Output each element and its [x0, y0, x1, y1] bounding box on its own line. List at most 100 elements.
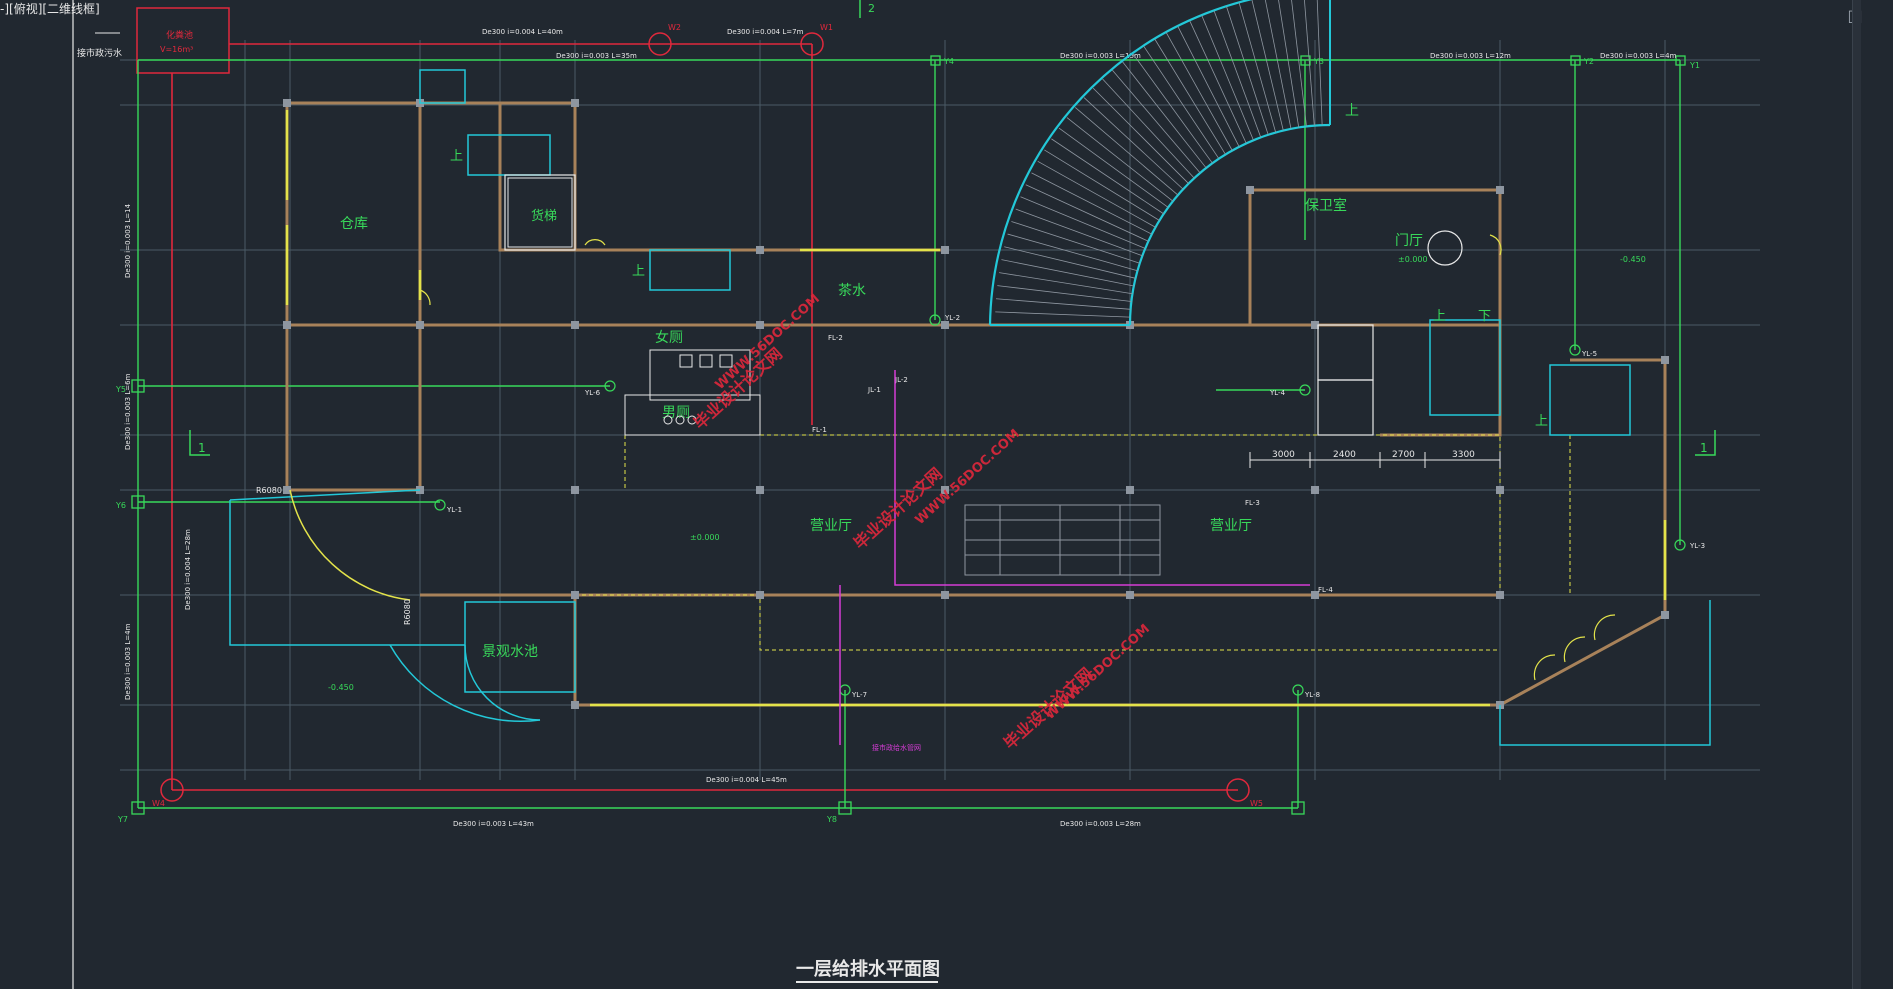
- svg-text:YL-6: YL-6: [584, 389, 601, 397]
- svg-text:FL-1: FL-1: [812, 426, 827, 434]
- radius-label-2: R6080: [403, 599, 412, 625]
- svg-text:2400: 2400: [1333, 450, 1356, 460]
- svg-text:WWW.56DOC.COM: WWW.56DOC.COM: [1043, 622, 1153, 723]
- stair-up-label-4: 上: [1433, 309, 1446, 324]
- water-pipe-label: 接市政给水管网: [872, 743, 921, 752]
- well-tag-y2: Y2: [1583, 57, 1594, 66]
- svg-text:De300 i=0.003 L=28m: De300 i=0.003 L=28m: [1060, 820, 1141, 828]
- stair-up-label-2: 上: [450, 149, 463, 164]
- lobby-table-icon: [1427, 230, 1463, 266]
- room-security: 保卫室: [1305, 197, 1347, 214]
- well-tag-y6: Y6: [115, 501, 126, 510]
- door-swings: [419, 234, 1616, 681]
- stair-up-label-5: 上: [1535, 414, 1548, 429]
- stair-tread: [1020, 196, 1146, 249]
- svg-text:De300 i=0.004 L=45m: De300 i=0.004 L=45m: [706, 776, 787, 784]
- svg-text:YL-7: YL-7: [851, 691, 867, 699]
- ceiling-dashes: [575, 434, 1571, 651]
- stair-tread: [1201, 15, 1254, 141]
- stair-tread: [1213, 10, 1262, 138]
- well-tag-y4: Y4: [943, 57, 954, 66]
- stair-tread: [1154, 39, 1226, 155]
- svg-text:FL-4: FL-4: [1318, 586, 1333, 594]
- stair-tread: [1044, 149, 1160, 221]
- svg-text:YL-8: YL-8: [1304, 691, 1320, 699]
- stair-tread: [1264, 0, 1292, 129]
- svg-text:De300 i=0.003 L=6m: De300 i=0.003 L=6m: [124, 373, 132, 450]
- svg-text:±0.000: ±0.000: [1398, 255, 1428, 264]
- elevator-label: 货梯: [531, 208, 557, 224]
- svg-text:De300 i=0.004 L=28m: De300 i=0.004 L=28m: [184, 529, 192, 610]
- stair-tread: [1015, 208, 1143, 257]
- stair-tread: [1226, 6, 1269, 135]
- well-tag-y1: Y1: [1689, 61, 1700, 70]
- section-mark-1-left: 1: [198, 441, 206, 455]
- svg-text:毕业设计论文网: 毕业设计论文网: [690, 344, 786, 433]
- vertical-scrollbar[interactable]: [1852, 0, 1861, 989]
- svg-text:YL-4: YL-4: [1269, 389, 1286, 397]
- well-tag-y8: Y8: [826, 815, 837, 824]
- radius-label-1: R6080: [256, 486, 282, 495]
- stair-tread: [1011, 221, 1140, 264]
- svg-text:YL-2: YL-2: [944, 314, 960, 322]
- viewport-controls-label[interactable]: -][俯视][二维线框]: [0, 0, 100, 17]
- room-warehouse: 仓库: [340, 216, 368, 232]
- svg-text:FL-2: FL-2: [828, 334, 843, 342]
- landscape-pool-outline: [229, 489, 1711, 746]
- stair-tread: [999, 272, 1133, 295]
- svg-text:De300 i=0.004 L=7m: De300 i=0.004 L=7m: [727, 28, 804, 36]
- manhole-tag-w1: W1: [820, 23, 833, 32]
- watermarks: 毕业设计论文网 WWW.56DOC.COM 毕业设计论文网 WWW.56DOC.…: [690, 292, 1153, 753]
- svg-text:De300 i=0.003 L=35m: De300 i=0.003 L=35m: [556, 52, 637, 60]
- stair-down-label: 下: [1478, 309, 1491, 324]
- room-business-hall-right: 营业厅: [1210, 518, 1252, 534]
- room-business-hall-left: 营业厅: [810, 518, 852, 534]
- stair-tread: [1092, 87, 1189, 184]
- manhole-tag-w5: W5: [1250, 799, 1263, 808]
- svg-text:De300 i=0.003 L=43m: De300 i=0.003 L=43m: [453, 820, 534, 828]
- svg-text:YL-3: YL-3: [1689, 542, 1705, 550]
- room-tea: 茶水: [838, 283, 866, 299]
- stair-tread: [995, 311, 1131, 318]
- stair-up-label: 上: [1345, 103, 1359, 119]
- room-womens-restroom: 女厕: [655, 329, 683, 346]
- svg-text:YL-5: YL-5: [1581, 350, 1597, 358]
- svg-text:De300 i=0.003 L=4m: De300 i=0.003 L=4m: [124, 623, 132, 700]
- septic-tank-label: 化粪池: [166, 29, 193, 41]
- secondary-stairs: [419, 69, 1631, 436]
- svg-text:De300 i=0.003 L=14: De300 i=0.003 L=14: [124, 203, 132, 278]
- septic-tank-volume: V=16m³: [160, 45, 193, 54]
- manhole-tag-w2: W2: [668, 23, 681, 32]
- svg-text:3300: 3300: [1452, 450, 1475, 460]
- svg-text:JL-2: JL-2: [894, 376, 908, 384]
- stair-tread: [997, 285, 1132, 302]
- section-mark-1-right: 1: [1700, 441, 1708, 455]
- stair-up-label-3: 上: [632, 264, 645, 279]
- riser-tags: YL-6 YL-1 YL-7 YL-8 YL-3 YL-4 YL-5 YL-2 …: [446, 314, 1705, 699]
- svg-text:JL-1: JL-1: [867, 386, 881, 394]
- axis-grid: [120, 40, 1760, 780]
- svg-text:±0.000: ±0.000: [690, 533, 720, 542]
- section-mark-2: 2: [868, 2, 875, 15]
- svg-text:FL-3: FL-3: [1245, 499, 1260, 507]
- room-labels: 仓库 保卫室 门厅 女厕 男厕 营业厅 营业厅 景观水池 茶水: [340, 197, 1423, 660]
- escalator: [964, 504, 1161, 576]
- municipal-sewer-label: 接市政污水: [77, 47, 122, 59]
- stair-tread: [1083, 97, 1184, 190]
- windows: [285, 110, 1667, 707]
- stair-tread: [1291, 0, 1307, 127]
- room-lobby: 门厅: [1395, 233, 1423, 249]
- drawing-title: 一层给排水平面图: [796, 958, 940, 980]
- manhole-tag-w4: W4: [152, 799, 165, 808]
- svg-text:WWW.56DOC.COM: WWW.56DOC.COM: [713, 292, 823, 393]
- stair-tread: [1278, 0, 1300, 128]
- dimension-values: 3000 2400 2700 3300: [1272, 450, 1475, 460]
- room-landscape-pool: 景观水池: [482, 644, 538, 660]
- cad-drawing-canvas[interactable]: 化粪池 V=16m³ 接市政污水 W2 W1 W4 W5 Y4 Y3 Y2 Y1…: [0, 0, 1893, 989]
- svg-text:-0.450: -0.450: [1620, 255, 1646, 264]
- well-tag-y3: Y3: [1313, 57, 1324, 66]
- svg-text:3000: 3000: [1272, 450, 1295, 460]
- svg-text:De300 i=0.003 L=12m: De300 i=0.003 L=12m: [1430, 52, 1511, 60]
- pipe-labels-vertical: De300 i=0.003 L=14 De300 i=0.003 L=6m De…: [124, 203, 192, 700]
- building-walls: [285, 101, 1667, 707]
